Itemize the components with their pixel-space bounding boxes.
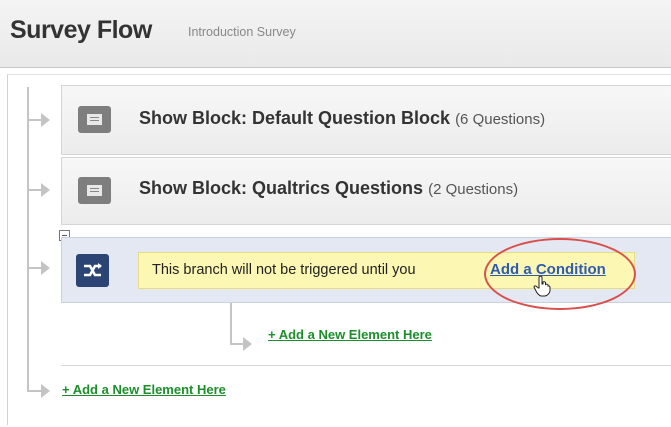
flow-arrow-icon: [243, 337, 252, 351]
add-element-link-branch[interactable]: + Add a New Element Here: [268, 327, 432, 342]
branch-connector-line: [230, 303, 232, 345]
flow-connector-line: [27, 87, 29, 392]
page-title: Survey Flow: [10, 16, 152, 44]
block-title: Show Block: Default Question Block: [139, 108, 451, 128]
block-title: Show Block: Qualtrics Questions: [139, 178, 424, 198]
flow-block-qualtrics-questions[interactable]: Show Block: Qualtrics Questions (2 Quest…: [61, 157, 671, 225]
flow-arrow-icon: [41, 261, 50, 275]
survey-flow-header: Survey Flow Introduction Survey: [0, 0, 671, 68]
block-icon: [78, 177, 111, 204]
flow-arrow-icon: [41, 113, 50, 127]
branch-warning-message: This branch will not be triggered until …: [138, 252, 635, 289]
block-question-count: (6 Questions): [455, 111, 546, 128]
flow-divider: [61, 365, 671, 366]
branch-connector-line: [230, 343, 244, 345]
branch-icon: [76, 254, 109, 287]
survey-name: Introduction Survey: [188, 25, 296, 39]
add-element-link-root[interactable]: + Add a New Element Here: [62, 382, 226, 397]
hand-cursor-icon: [533, 275, 551, 297]
block-question-count: (2 Questions): [428, 181, 519, 198]
block-label: Show Block: Qualtrics Questions (2 Quest…: [139, 178, 518, 199]
branch-warning-text: This branch will not be triggered until …: [152, 262, 416, 278]
flow-branch[interactable]: This branch will not be triggered until …: [61, 237, 671, 303]
flow-arrow-icon: [41, 384, 50, 398]
flow-block-default-question[interactable]: Show Block: Default Question Block (6 Qu…: [61, 85, 671, 155]
block-label: Show Block: Default Question Block (6 Qu…: [139, 108, 545, 129]
flow-arrow-icon: [41, 183, 50, 197]
block-icon: [78, 106, 111, 133]
